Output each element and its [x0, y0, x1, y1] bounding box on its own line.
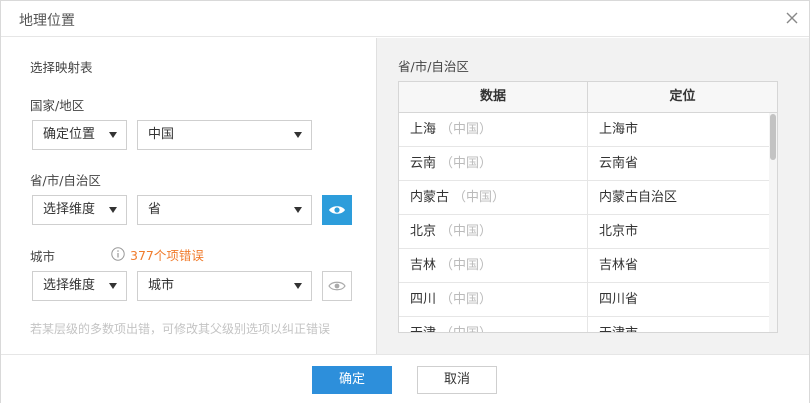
table-scrollbar[interactable] — [769, 113, 777, 332]
city-error[interactable]: 377个项错误 — [111, 246, 204, 263]
province-value-select[interactable]: 省 — [137, 195, 312, 225]
column-header-data[interactable]: 数据 — [399, 82, 588, 112]
cell-data: 北京 （中国） — [399, 215, 588, 248]
country-value: 中国 — [148, 127, 175, 142]
table-header: 数据 定位 — [399, 82, 777, 113]
cell-data-note: （中国） — [440, 258, 493, 273]
table-row[interactable]: 吉林 （中国） 吉林省 — [399, 249, 777, 283]
table-row[interactable]: 四川 （中国） 四川省 — [399, 283, 777, 317]
cancel-button[interactable]: 取消 — [417, 366, 497, 394]
cell-data: 吉林 （中国） — [399, 249, 588, 282]
city-label: 城市 — [30, 249, 56, 264]
country-mode-select[interactable]: 确定位置 — [32, 120, 127, 150]
province-value: 省 — [148, 202, 162, 217]
province-mode-select[interactable]: 选择维度 — [32, 195, 127, 225]
cell-location: 天津市 — [588, 317, 769, 332]
mapping-table: 数据 定位 上海 （中国） 上海市 云南 （中国） 云南省 内蒙古 （中国） 内蒙古自治区 北京（… — [398, 81, 778, 333]
province-preview-button[interactable] — [322, 195, 352, 225]
column-header-location[interactable]: 定位 — [588, 82, 777, 112]
table-row[interactable]: 天津 （中国） 天津市 — [399, 317, 777, 332]
city-error-text: 377个项错误 — [130, 247, 204, 263]
chevron-down-icon — [294, 283, 302, 289]
hint-text: 若某层级的多数项出错，可修改其父级别选项以纠正错误 — [30, 322, 331, 336]
cell-data-text: 四川 — [410, 292, 437, 307]
preview-panel: 省/市/自治区 数据 定位 上海 （中国） 上海市 云南 （中国） 云南省 内蒙古 （中国）内… — [376, 38, 809, 354]
cell-data-text: 内蒙古 — [410, 190, 450, 205]
cell-data: 四川 （中国） — [399, 283, 588, 316]
country-value-select[interactable]: 中国 — [137, 120, 312, 150]
geo-location-dialog: 地理位置 选择映射表 国家/地区 确定位置 中国 省/市/自治区 选择维度 省 — [0, 0, 810, 403]
ok-button[interactable]: 确定 — [312, 366, 392, 394]
country-label: 国家/地区 — [30, 98, 85, 113]
eye-icon — [328, 281, 346, 291]
cell-data: 天津 （中国） — [399, 317, 588, 332]
info-icon — [111, 247, 125, 261]
cell-location: 云南省 — [599, 156, 639, 171]
table-row[interactable]: 北京 （中国） 北京市 — [399, 215, 777, 249]
cell-location: 上海市 — [599, 122, 639, 137]
province-label: 省/市/自治区 — [30, 173, 101, 188]
cell-location: 内蒙古自治区 — [599, 190, 678, 205]
chevron-down-icon — [294, 132, 302, 138]
cell-data-note: （中国） — [440, 224, 493, 239]
cell-data-text: 上海 — [410, 122, 437, 137]
cell-data-note: （中国） — [440, 326, 492, 332]
cell-location: 北京市 — [599, 224, 639, 239]
cell-location: 四川省 — [599, 292, 639, 307]
cell-data-note: （中国） — [440, 156, 493, 171]
cell-data-note: （中国） — [440, 292, 493, 307]
dialog-titlebar: 地理位置 — [1, 1, 809, 37]
table-row[interactable]: 内蒙古 （中国） 内蒙古自治区 — [399, 181, 777, 215]
dialog-footer: 确定 取消 — [1, 354, 809, 403]
mapping-label: 选择映射表 — [30, 60, 93, 75]
eye-icon — [329, 206, 345, 214]
table-row[interactable]: 云南 （中国） 云南省 — [399, 147, 777, 181]
chevron-down-icon — [294, 207, 302, 213]
city-value-select[interactable]: 城市 — [137, 271, 312, 301]
city-value: 城市 — [148, 278, 175, 293]
province-mode-value: 选择维度 — [43, 202, 96, 217]
city-mode-value: 选择维度 — [43, 278, 96, 293]
cell-data: 内蒙古 （中国） — [399, 181, 588, 214]
cell-location: 吉林省 — [599, 258, 639, 273]
scrollbar-thumb[interactable] — [770, 114, 776, 160]
close-icon[interactable] — [783, 9, 801, 27]
chevron-down-icon — [109, 207, 117, 213]
city-mode-select[interactable]: 选择维度 — [32, 271, 127, 301]
preview-title: 省/市/自治区 — [398, 59, 469, 74]
cell-data-note: （中国） — [453, 190, 506, 205]
cell-data-note: （中国） — [440, 122, 493, 137]
cell-data-text: 云南 — [410, 156, 437, 171]
chevron-down-icon — [109, 283, 117, 289]
country-mode-value: 确定位置 — [43, 127, 96, 142]
chevron-down-icon — [109, 132, 117, 138]
mapping-panel: 选择映射表 国家/地区 确定位置 中国 省/市/自治区 选择维度 省 城市 37… — [1, 38, 376, 354]
cell-data-text: 北京 — [410, 224, 437, 239]
table-body: 上海 （中国） 上海市 云南 （中国） 云南省 内蒙古 （中国） 内蒙古自治区 北京 （中国） 北京市… — [399, 113, 777, 332]
cell-data: 云南 （中国） — [399, 147, 588, 180]
dialog-title: 地理位置 — [19, 13, 75, 29]
table-row[interactable]: 上海 （中国） 上海市 — [399, 113, 777, 147]
city-preview-button[interactable] — [322, 271, 352, 301]
cell-data-text: 吉林 — [410, 258, 437, 273]
cell-data: 上海 （中国） — [399, 113, 588, 146]
cell-data-text: 天津 — [410, 326, 436, 332]
